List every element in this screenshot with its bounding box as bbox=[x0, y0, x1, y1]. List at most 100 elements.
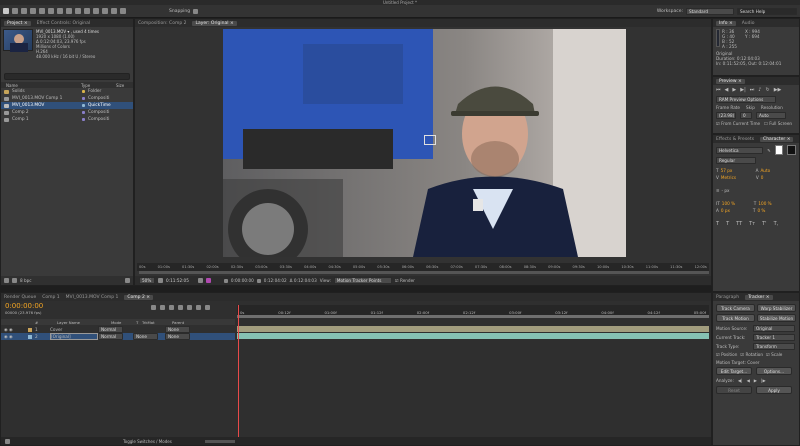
work-area-bar[interactable] bbox=[237, 315, 709, 318]
font-style-select[interactable]: Regular bbox=[716, 157, 756, 164]
track-type-select[interactable]: Transform bbox=[753, 343, 795, 350]
in-point-value[interactable]: 0:00:00:00 bbox=[231, 278, 254, 283]
stroke-color-swatch[interactable] bbox=[787, 145, 796, 155]
visibility-eye-icon[interactable]: ◉ ◉ bbox=[4, 327, 28, 332]
roto-brush-tool-icon[interactable] bbox=[111, 8, 117, 14]
leading-value[interactable]: Auto bbox=[760, 168, 770, 173]
subscript-button[interactable]: T, bbox=[774, 221, 779, 227]
list-item[interactable]: MVI_0013.MOV QuickTime bbox=[1, 102, 133, 109]
tab-project[interactable]: Project × bbox=[4, 20, 31, 26]
small-caps-button[interactable]: Tт bbox=[749, 221, 755, 227]
pen-tool-icon[interactable] bbox=[66, 8, 72, 14]
tab-render-queue[interactable]: Render Queue bbox=[4, 295, 36, 300]
position-checkbox[interactable]: ☑ Position bbox=[716, 352, 737, 357]
tab-audio[interactable]: Audio bbox=[742, 21, 755, 26]
tab-mvi-comp-1[interactable]: MVI_0013.MOV Comp 1 bbox=[66, 295, 119, 300]
scale-checkbox[interactable]: ☑ Scale bbox=[766, 352, 782, 357]
faux-italic-button[interactable]: T bbox=[726, 221, 729, 227]
rotate-tool-icon[interactable] bbox=[30, 8, 36, 14]
stroke-width-value[interactable]: - px bbox=[722, 188, 730, 193]
warp-stabilizer-button[interactable]: Warp Stabilizer bbox=[757, 304, 796, 312]
brush-tool-icon[interactable] bbox=[84, 8, 90, 14]
motion-blur-icon[interactable] bbox=[196, 305, 201, 310]
layer-name[interactable]: Cover bbox=[50, 327, 98, 332]
search-layers-icon[interactable] bbox=[151, 305, 156, 310]
trash-icon[interactable] bbox=[125, 278, 130, 283]
video-frame[interactable] bbox=[223, 29, 626, 257]
loop-icon[interactable]: ↻ bbox=[765, 87, 769, 93]
rotation-checkbox[interactable]: ☑ Rotation bbox=[740, 352, 763, 357]
viewer-timecode[interactable]: 0:11:52:05 bbox=[166, 278, 189, 283]
font-family-select[interactable]: Helvetica bbox=[716, 146, 764, 154]
options-button[interactable]: Options... bbox=[756, 367, 792, 375]
column-name[interactable]: Name bbox=[6, 83, 81, 88]
all-caps-button[interactable]: TT bbox=[736, 221, 742, 227]
ram-preview-options-select[interactable]: RAM Preview Options bbox=[716, 96, 776, 103]
list-item[interactable]: Solids Folder bbox=[1, 88, 133, 95]
list-item[interactable]: Comp 2 Compositi bbox=[1, 109, 133, 116]
edit-target-button[interactable]: Edit Target... bbox=[716, 367, 752, 375]
previous-frame-icon[interactable]: ◀ bbox=[725, 87, 729, 93]
eraser-tool-icon[interactable] bbox=[102, 8, 108, 14]
tracking-value[interactable]: 0 bbox=[761, 175, 764, 180]
out-point-value[interactable]: 0:12:04:02 bbox=[264, 278, 287, 283]
tab-effects-presets[interactable]: Effects & Presets bbox=[716, 137, 754, 142]
fill-color-swatch[interactable] bbox=[774, 145, 784, 155]
layer-trkmat-select[interactable]: None bbox=[133, 333, 158, 340]
reset-button[interactable]: Reset bbox=[716, 386, 752, 394]
timeline-zoom-slider[interactable] bbox=[204, 439, 235, 443]
play-icon[interactable]: ▶ bbox=[732, 87, 736, 93]
camera-tool-icon[interactable] bbox=[39, 8, 45, 14]
tab-effect-controls[interactable]: Effect Controls: Original bbox=[37, 21, 91, 26]
type-tool-icon[interactable] bbox=[75, 8, 81, 14]
new-folder-icon[interactable] bbox=[12, 278, 17, 283]
resolution-select[interactable]: Auto bbox=[756, 112, 786, 119]
layer-mode-select[interactable]: Normal bbox=[98, 326, 123, 333]
frame-rate-select[interactable]: (23.98) bbox=[716, 112, 736, 119]
list-item[interactable]: MVI_0013.MOV Comp 1 Compositi bbox=[1, 95, 133, 102]
interpret-footage-icon[interactable] bbox=[4, 278, 9, 283]
audio-icon[interactable]: ♪ bbox=[758, 87, 761, 93]
horizontal-scale-value[interactable]: 100 % bbox=[758, 201, 771, 206]
tracker-point[interactable] bbox=[424, 135, 436, 145]
selection-tool-icon[interactable] bbox=[3, 8, 9, 14]
viewer-work-area-bar[interactable] bbox=[139, 271, 709, 274]
camera-snapshot-icon[interactable] bbox=[197, 278, 203, 283]
project-search-input[interactable] bbox=[4, 73, 130, 80]
graph-editor-icon[interactable] bbox=[205, 305, 210, 310]
hand-tool-icon[interactable] bbox=[12, 8, 18, 14]
search-help-input[interactable]: Search Help bbox=[737, 7, 797, 15]
view-select[interactable]: Motion Tracker Points bbox=[333, 277, 392, 284]
tab-paragraph[interactable]: Paragraph bbox=[716, 295, 739, 300]
analyze-forward-icon[interactable]: ▶ bbox=[754, 378, 757, 383]
timeline-ruler[interactable]: 0s 00:12f 01:00f 01:12f 02:00f 02:12f 03:00f 03… bbox=[237, 305, 709, 315]
current-track-select[interactable]: Tracker 1 bbox=[753, 334, 795, 341]
column-size[interactable]: Size bbox=[116, 83, 124, 88]
tab-tracker[interactable]: Tracker × bbox=[745, 294, 773, 300]
grid-icon[interactable] bbox=[158, 278, 163, 283]
analyze-backward-icon[interactable]: ◀ bbox=[747, 378, 750, 383]
superscript-button[interactable]: T' bbox=[762, 221, 766, 227]
color-channel-icon[interactable] bbox=[205, 278, 211, 283]
snapping-icon[interactable] bbox=[193, 8, 199, 14]
layer-bar-cover[interactable] bbox=[237, 326, 709, 332]
analyze-forward-one-icon[interactable]: |▶ bbox=[761, 378, 766, 383]
puppet-tool-icon[interactable] bbox=[120, 8, 126, 14]
track-camera-button[interactable]: Track Camera bbox=[716, 304, 755, 312]
kerning-value[interactable]: Metrics bbox=[721, 175, 754, 180]
out-point-icon[interactable] bbox=[256, 278, 261, 283]
shy-icon[interactable] bbox=[178, 305, 183, 310]
layer-bar-original[interactable] bbox=[237, 333, 709, 339]
zoom-tool-icon[interactable] bbox=[21, 8, 27, 14]
bpc-indicator[interactable]: 8 bpc bbox=[20, 278, 32, 283]
workspace-select[interactable]: Standard bbox=[686, 7, 734, 15]
stabilize-motion-button[interactable]: Stabilize Motion bbox=[757, 314, 796, 322]
eyedropper-icon[interactable]: ✎ bbox=[767, 148, 771, 153]
first-frame-icon[interactable]: ⏮ bbox=[716, 87, 721, 93]
draft-3d-icon[interactable] bbox=[169, 305, 174, 310]
tsume-value[interactable]: 0 % bbox=[757, 208, 765, 213]
motion-source-select[interactable]: Original bbox=[753, 325, 795, 332]
list-item[interactable]: Comp 1 Compositi bbox=[1, 116, 133, 123]
snapping-checkbox[interactable]: Snapping bbox=[169, 9, 190, 14]
vertical-scale-value[interactable]: 100 % bbox=[722, 201, 752, 206]
